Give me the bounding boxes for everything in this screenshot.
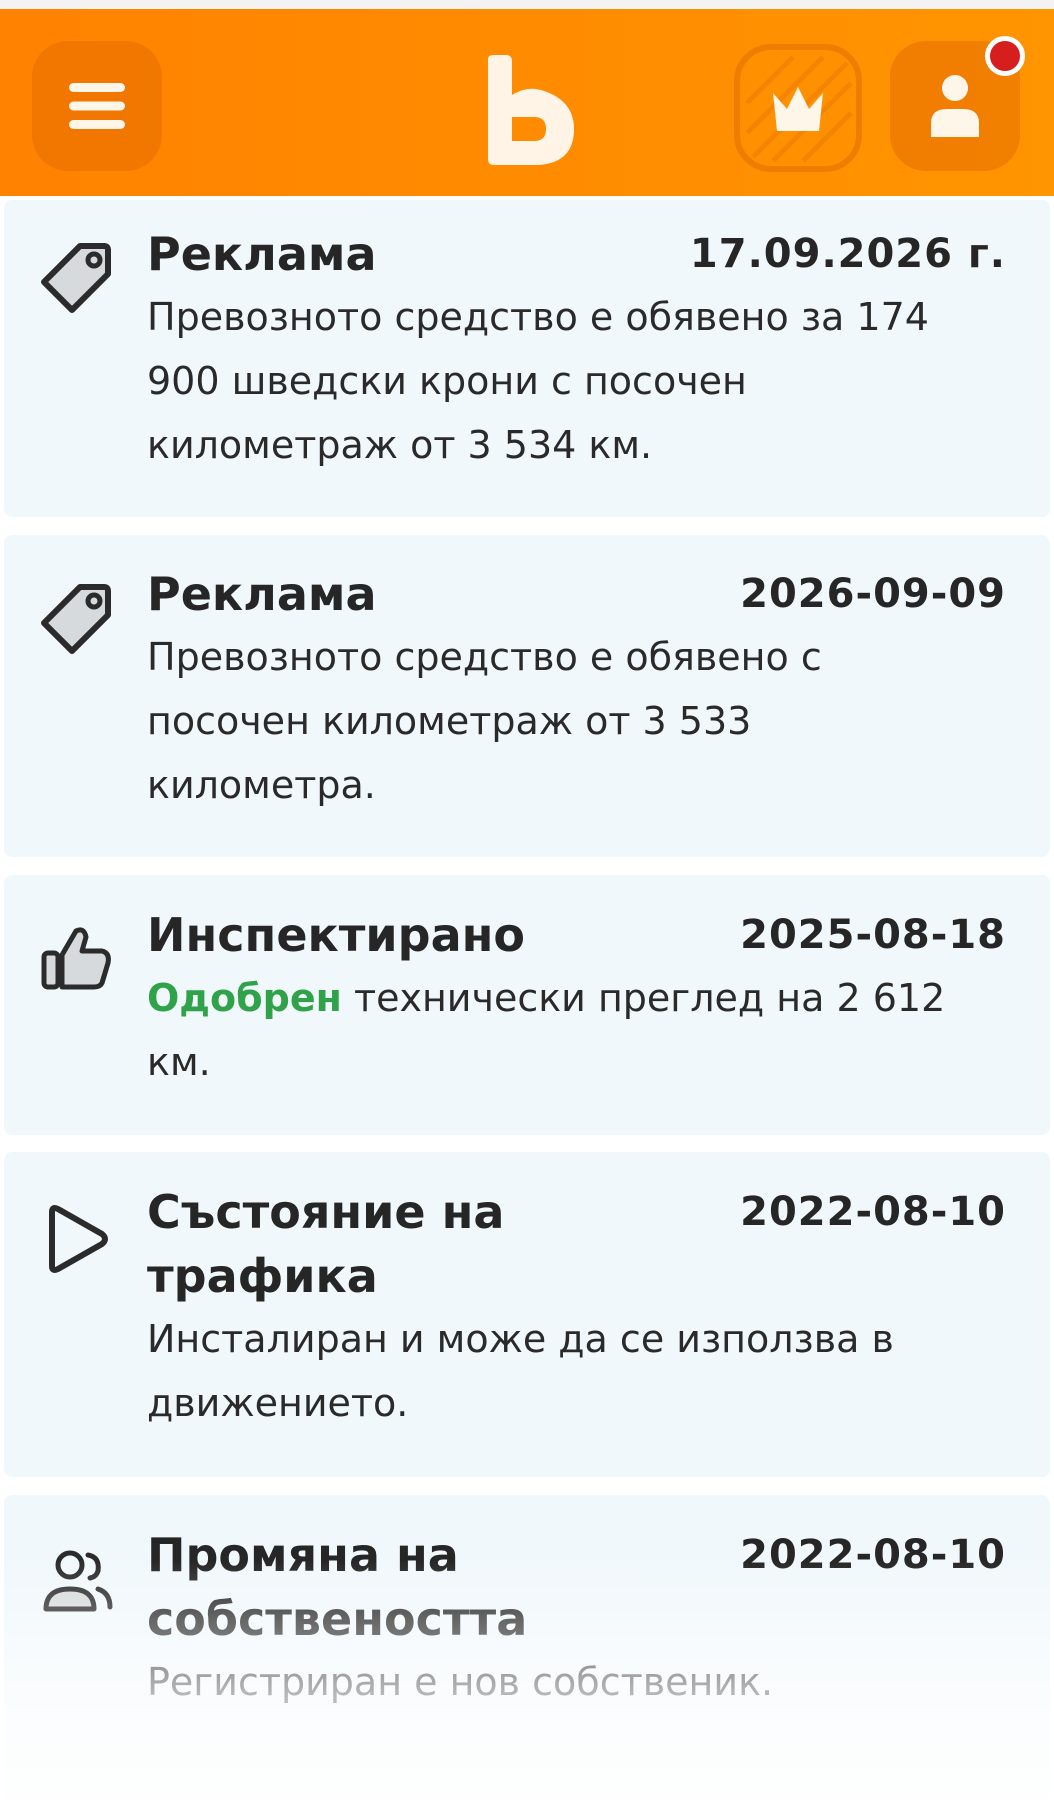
event-description: Одобрен технически преглед на 2 612 км.	[147, 966, 967, 1094]
crown-icon	[734, 44, 862, 172]
user-icon	[931, 75, 979, 137]
event-date: 2026-09-09	[740, 571, 1006, 617]
event-date: 17.09.2026 г.	[689, 231, 1006, 277]
status-approved: Одобрен	[147, 976, 342, 1020]
history-event-card[interactable]: Промяна на собствеността 2022-08-10 Реги…	[4, 1495, 1050, 1800]
status-strip	[0, 0, 1054, 9]
history-event-card[interactable]: Реклама 17.09.2026 г. Превозното средств…	[4, 200, 1050, 517]
app-header	[0, 9, 1054, 196]
hamburger-menu-icon	[69, 83, 125, 129]
price-tag-icon	[41, 243, 111, 313]
event-date: 2022-08-10	[740, 1189, 1006, 1235]
notification-badge	[985, 36, 1025, 76]
event-title: Състояние на трафика	[147, 1185, 505, 1303]
event-title: Инспектирано	[147, 908, 525, 962]
event-description: Превозното средство е обявено с посочен …	[147, 635, 822, 807]
event-description: Инсталиран и може да се използва в движе…	[147, 1317, 894, 1425]
brand-logo-b-icon	[488, 55, 574, 165]
menu-button[interactable]	[32, 41, 162, 171]
event-date: 2025-08-18	[740, 912, 1006, 958]
event-title: Промяна на собствеността	[147, 1528, 528, 1646]
history-event-card[interactable]: Състояние на трафика 2022-08-10 Инсталир…	[4, 1152, 1050, 1477]
price-tag-icon	[41, 584, 111, 654]
play-icon	[49, 1205, 108, 1273]
users-icon	[43, 1550, 113, 1612]
thumbs-up-icon	[41, 927, 111, 990]
event-title: Реклама	[147, 227, 377, 281]
event-title: Реклама	[147, 567, 377, 621]
history-event-card[interactable]: Инспектирано 2025-08-18 Одобрен техничес…	[4, 875, 1050, 1135]
event-description: Превозното средство е обявено за 174 900…	[147, 295, 929, 467]
premium-button[interactable]	[733, 43, 863, 173]
history-event-card[interactable]: Реклама 2026-09-09 Превозното средство е…	[4, 535, 1050, 857]
event-description: Регистриран е нов собственик.	[147, 1660, 774, 1704]
event-date: 2022-08-10	[740, 1532, 1006, 1578]
